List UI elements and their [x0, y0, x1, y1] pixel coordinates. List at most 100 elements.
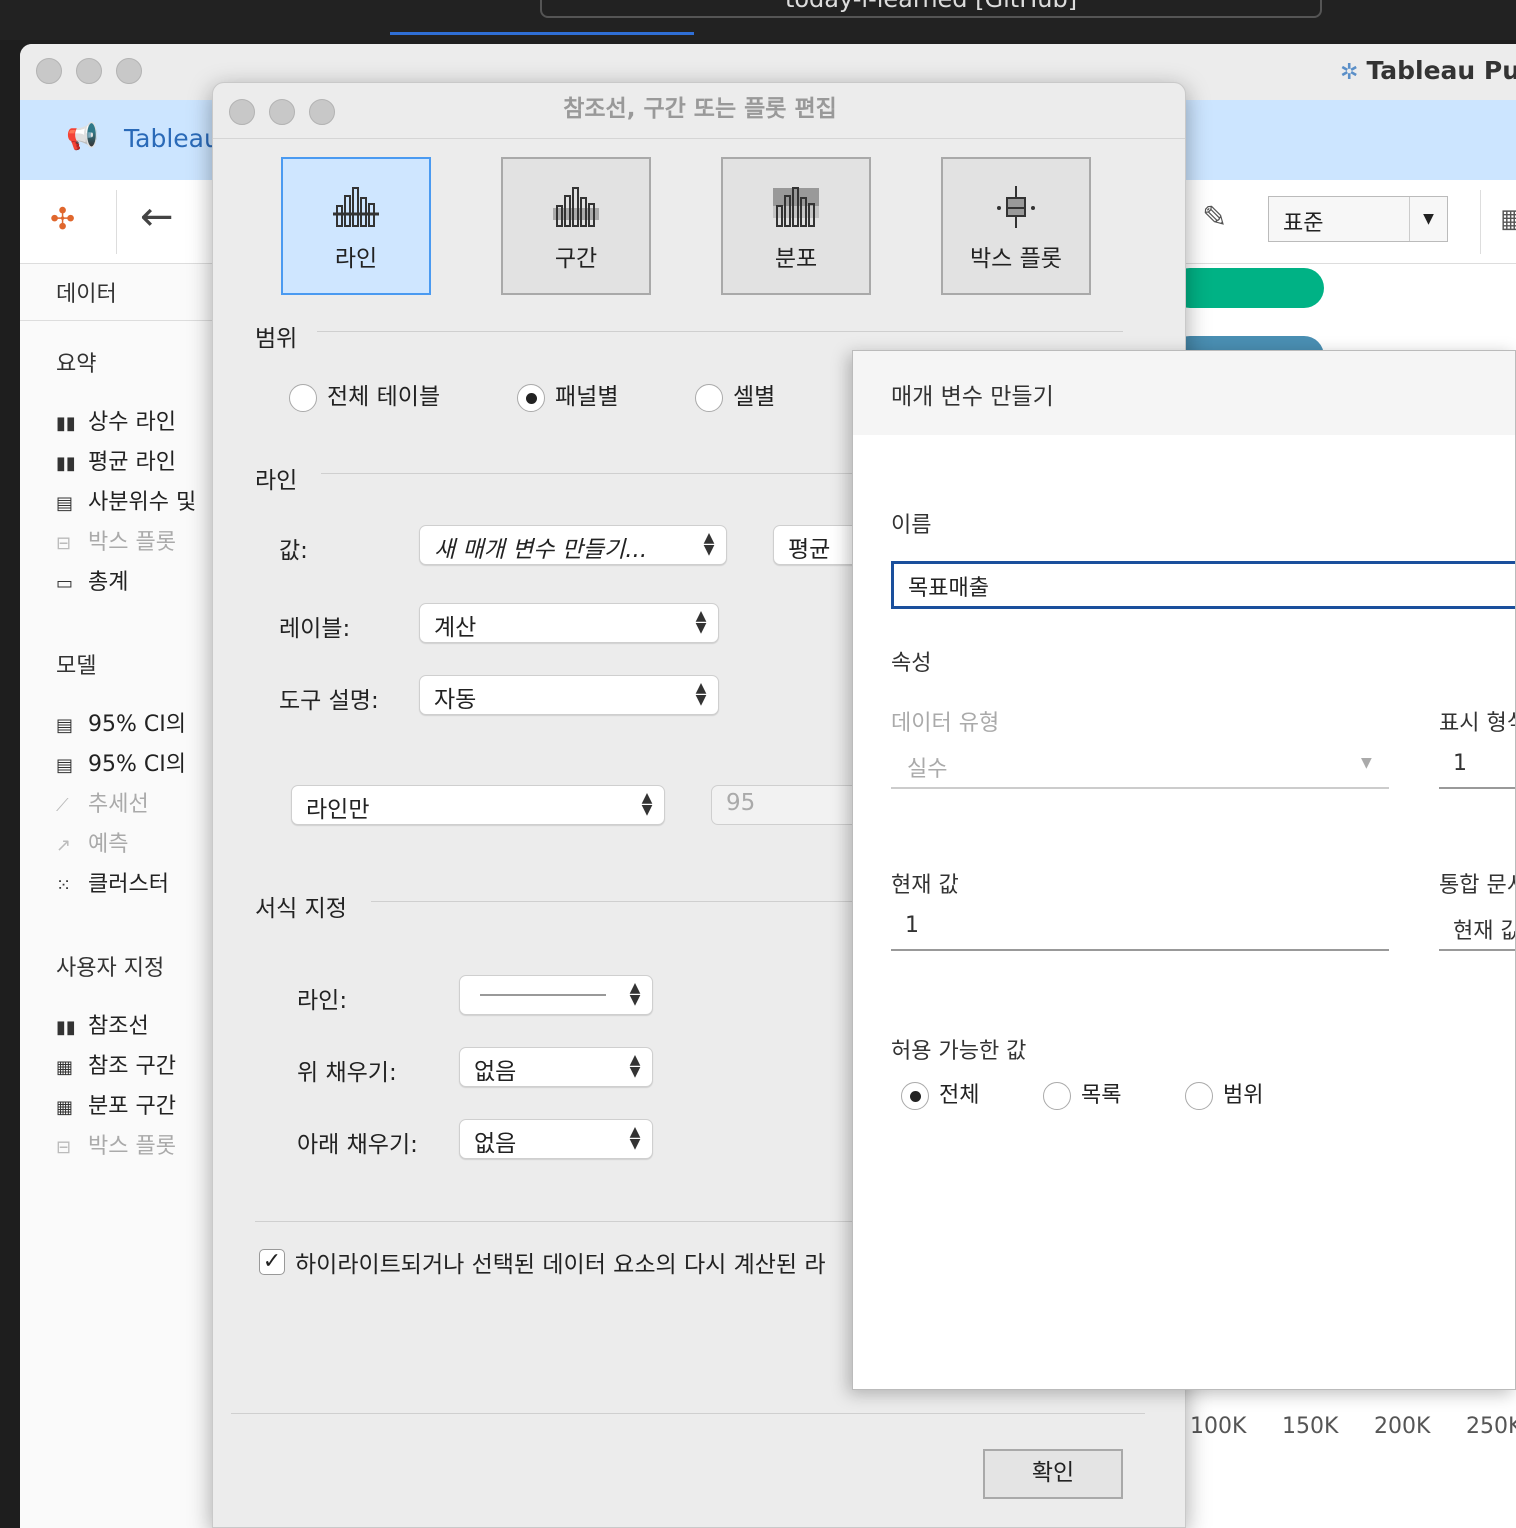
field-underline	[1439, 949, 1515, 951]
axis-tick-label: 150K	[1282, 1414, 1339, 1439]
minimize-window-button[interactable]	[76, 58, 102, 84]
type-distribution-button[interactable]: 분포	[721, 157, 871, 295]
analytics-item[interactable]: ⊟ 박스 플롯	[56, 524, 176, 556]
field-underline	[891, 787, 1389, 789]
allowable-values-label: 허용 가능한 값	[891, 1039, 1027, 1064]
stepper-arrows-icon: ▲ ▼	[629, 1124, 641, 1152]
toolbar-divider	[1480, 190, 1481, 254]
radio-selected-icon	[901, 1082, 929, 1110]
chevron-down-icon: ▼	[1361, 755, 1372, 771]
recalc-checkbox[interactable]: ✓	[259, 1249, 285, 1275]
label-field-label: 레이블:	[279, 616, 351, 642]
properties-label: 속성	[891, 651, 932, 676]
close-dialog-button[interactable]	[229, 99, 255, 125]
back-arrow-icon[interactable]: ←	[140, 194, 174, 240]
show-me-icon[interactable]: ▦	[1500, 204, 1516, 234]
scope-per-cell-radio[interactable]: 셀별	[695, 377, 775, 412]
tooltip-field-label: 도구 설명:	[279, 688, 379, 714]
stepper-arrows-icon: ▲ ▼	[629, 1052, 641, 1080]
current-value-input[interactable]: 1	[905, 913, 919, 938]
parameter-dialog-header: 매개 변수 만들기	[853, 351, 1515, 435]
axis-tick-label: 250K	[1466, 1414, 1516, 1439]
display-format-label: 표시 형식	[1439, 711, 1515, 736]
pin-icon[interactable]: ✎	[1202, 200, 1227, 235]
minimize-dialog-button[interactable]	[269, 99, 295, 125]
display-format-field[interactable]: 1	[1453, 751, 1467, 776]
analytics-item[interactable]: ▤ 95% CI의	[56, 706, 186, 738]
fill-above-label: 위 채우기:	[297, 1060, 397, 1086]
axis-tick-label: 200K	[1374, 1414, 1431, 1439]
browser-url-field[interactable]: today-i-learned [GitHub]	[540, 0, 1322, 18]
current-value-label: 현재 값	[891, 873, 959, 898]
close-window-button[interactable]	[36, 58, 62, 84]
radio-selected-icon	[517, 383, 545, 412]
chevron-down-icon: ▼	[1409, 197, 1447, 241]
scope-entire-table-radio[interactable]: 전체 테이블	[289, 377, 440, 412]
analytics-item[interactable]: ▤ 95% CI의	[56, 746, 186, 778]
analytics-item[interactable]: ⊟ 박스 플롯	[56, 1128, 176, 1160]
name-label: 이름	[891, 513, 932, 538]
line-style-popup[interactable]: ▲ ▼	[459, 975, 653, 1015]
analytics-item[interactable]: ⁙ 클러스터	[56, 866, 169, 898]
analytics-item[interactable]: ▭ 총계	[56, 564, 128, 596]
distribution-type-icon	[773, 187, 819, 227]
zoom-dialog-button[interactable]	[309, 99, 335, 125]
analytics-pane: 데이터 요약 ▮▮ 상수 라인 ▮▮ 평균 라인 ▤ 사분위수 및 ⊟ 박스 플롯 ▭ 총…	[20, 264, 220, 1528]
section-summary-title: 요약	[56, 352, 97, 377]
recalc-checkbox-label: 하이라이트되거나 선택된 데이터 요소의 다시 계산된 라	[295, 1252, 826, 1278]
analytics-item[interactable]: ▮▮ 참조선	[56, 1008, 149, 1040]
radio-icon	[695, 383, 723, 412]
workbook-open-select[interactable]: 현재 값	[1453, 913, 1515, 945]
banner-text: Tableau	[124, 124, 220, 153]
browser-toolbar: today-i-learned [GitHub]	[0, 0, 1516, 40]
footer-divider	[231, 1413, 1145, 1414]
type-box-plot-button[interactable]: 박스 플롯	[941, 157, 1091, 295]
create-parameter-dialog: 매개 변수 만들기 이름 목표매출 속성 데이터 유형 실수 ▼ 표시 형식 1…	[852, 350, 1516, 1390]
tooltip-popup[interactable]: 자동 ▲ ▼	[419, 675, 719, 715]
stepper-arrows-icon: ▲ ▼	[703, 530, 715, 558]
line-type-icon	[333, 187, 379, 227]
allowable-range-radio[interactable]: 범위	[1185, 1077, 1263, 1110]
value-label: 값:	[279, 538, 308, 564]
fill-below-popup[interactable]: 없음 ▲ ▼	[459, 1119, 653, 1159]
label-popup[interactable]: 계산 ▲ ▼	[419, 603, 719, 643]
data-tab[interactable]: 데이터	[56, 276, 117, 308]
forecast-icon: ↗	[56, 835, 72, 856]
chart-bar	[1170, 268, 1324, 308]
radio-icon	[1185, 1082, 1213, 1110]
allowable-all-radio[interactable]: 전체	[901, 1077, 979, 1110]
stepper-arrows-icon: ▲ ▼	[695, 680, 707, 708]
type-line-button[interactable]: 라인	[281, 157, 431, 295]
radio-icon	[1043, 1082, 1071, 1110]
ok-button[interactable]: 확인	[983, 1449, 1123, 1499]
box-plot-type-icon	[997, 186, 1035, 228]
value-popup[interactable]: 새 매개 변수 만들기... ▲ ▼	[419, 525, 727, 565]
analytics-item[interactable]: ↗ 예측	[56, 826, 128, 858]
section-model-title: 모델	[56, 654, 97, 679]
view-size-select[interactable]: 표준 ▼	[1268, 196, 1448, 242]
data-type-select[interactable]: 실수	[907, 751, 947, 783]
workbook-open-label: 통합 문서	[1439, 873, 1515, 898]
band-icon: ▤	[56, 493, 74, 514]
band-icon: ▤	[56, 715, 74, 736]
line-style-label: 라인:	[297, 988, 348, 1014]
line-mode-popup[interactable]: 라인만 ▲ ▼	[291, 785, 665, 825]
scope-per-pane-radio[interactable]: 패널별	[517, 377, 618, 412]
type-band-button[interactable]: 구간	[501, 157, 651, 295]
tableau-home-icon[interactable]: ✣	[50, 202, 75, 237]
analytics-item[interactable]: ▤ 사분위수 및	[56, 484, 196, 516]
zoom-window-button[interactable]	[116, 58, 142, 84]
analytics-item[interactable]: ⟋ 추세선	[56, 786, 149, 818]
stepper-arrows-icon: ▲ ▼	[695, 608, 707, 636]
parameter-name-input[interactable]: 목표매출	[891, 561, 1515, 609]
analytics-item[interactable]: ▦ 참조 구간	[56, 1048, 176, 1080]
analytics-item[interactable]: ▦ 분포 구간	[56, 1088, 176, 1120]
fill-above-popup[interactable]: 없음 ▲ ▼	[459, 1047, 653, 1087]
app-title: ✲Tableau Public	[1340, 56, 1516, 85]
analytics-item[interactable]: ▮▮ 평균 라인	[56, 444, 176, 476]
allowable-list-radio[interactable]: 목록	[1043, 1077, 1121, 1110]
trend-line-icon: ⟋	[56, 795, 69, 816]
bar-chart-icon: ▮▮	[56, 1017, 76, 1038]
analytics-item[interactable]: ▮▮ 상수 라인	[56, 404, 176, 436]
section-divider	[317, 331, 1123, 332]
